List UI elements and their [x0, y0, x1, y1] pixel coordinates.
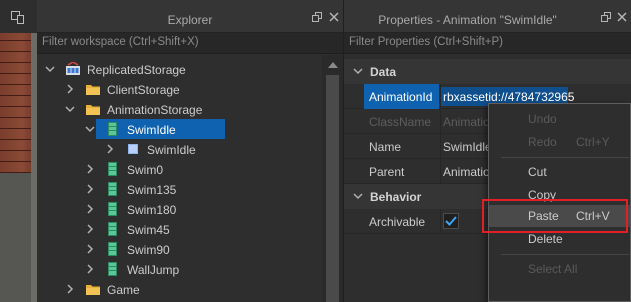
chevron-right-icon[interactable]: [85, 183, 95, 195]
chevron-right-icon[interactable]: [85, 203, 95, 215]
menu-item-label: Redo: [528, 135, 557, 149]
chevron-down-icon[interactable]: [85, 123, 95, 135]
checkmark-icon: [445, 216, 457, 226]
animation-id-field[interactable]: rbxassetid://4784732965: [443, 90, 574, 104]
folder-icon: [86, 285, 100, 295]
animation-icon: [108, 162, 117, 176]
chevron-right-icon[interactable]: [105, 143, 115, 155]
column-separator: [440, 134, 441, 159]
column-separator: [440, 209, 441, 234]
menu-item-redo[interactable]: Redo Ctrl+Y: [489, 131, 630, 153]
device-emulator-icon[interactable]: [11, 11, 25, 24]
tree-item-swim135[interactable]: Swim135: [37, 179, 322, 199]
close-icon[interactable]: [329, 12, 339, 22]
undock-icon[interactable]: [601, 12, 611, 22]
menu-separator: [501, 254, 629, 255]
chevron-right-icon[interactable]: [85, 263, 95, 275]
folder-icon: [86, 105, 100, 115]
tree-item-label: Swim0: [127, 163, 164, 177]
menu-item-cut[interactable]: Cut: [489, 161, 630, 183]
properties-titlebar: Properties - Animation "SwimIdle": [344, 0, 631, 33]
menu-item-undo[interactable]: Undo: [489, 108, 630, 130]
property-name: Parent: [369, 165, 405, 179]
tree-item-walljump[interactable]: WallJump: [37, 259, 322, 279]
scene-ground: [0, 173, 31, 302]
paste-highlight-box: [482, 199, 628, 233]
viewport-toolbar: [0, 0, 37, 33]
tree-item-swimidle[interactable]: SwimIdle: [37, 119, 322, 139]
close-icon[interactable]: [617, 12, 627, 22]
explorer-title: Explorer: [167, 13, 213, 27]
property-name: Archivable: [369, 215, 426, 229]
menu-item-shortcut: Ctrl+Y: [576, 135, 610, 149]
tree-item-label: Game: [107, 283, 140, 297]
explorer-titlebar: Explorer: [37, 0, 343, 33]
chevron-right-icon[interactable]: [85, 163, 95, 175]
property-name: ClassName: [369, 115, 432, 129]
tree-item-label: SwimIdle: [127, 123, 176, 137]
explorer-panel: Explorer ReplicatedStorage ClientStorage: [37, 0, 343, 302]
chevron-right-icon[interactable]: [85, 243, 95, 255]
chevron-right-icon[interactable]: [65, 283, 75, 295]
menu-item-label: Delete: [528, 232, 563, 246]
animation-icon: [108, 242, 117, 256]
animation-icon: [108, 262, 117, 276]
tree-item-label: WallJump: [127, 263, 180, 277]
menu-item-select-all[interactable]: Select All: [489, 258, 630, 280]
tree-item-label: ClientStorage: [107, 83, 180, 97]
scroll-up-arrow-icon[interactable]: [328, 62, 338, 68]
animation-icon: [108, 122, 117, 136]
animation-icon: [108, 222, 117, 236]
chevron-down-icon[interactable]: [65, 103, 75, 115]
explorer-scrollbar[interactable]: [322, 55, 343, 302]
scrollbar-thumb[interactable]: [326, 75, 339, 302]
tree-item-label: Swim90: [127, 243, 170, 257]
menu-item-label: Select All: [528, 262, 578, 276]
tree-item-label: SwimIdle: [147, 143, 196, 157]
tree-item-replicatedstorage[interactable]: ReplicatedStorage: [37, 59, 322, 79]
property-name: AnimationId: [369, 90, 433, 104]
tree-item-label: Swim180: [127, 203, 177, 217]
3d-viewport[interactable]: [0, 0, 37, 302]
tree-item-swim45[interactable]: Swim45: [37, 219, 322, 239]
menu-separator: [501, 157, 629, 158]
tree-item-game[interactable]: Game: [37, 279, 322, 299]
chevron-down-icon[interactable]: [353, 191, 363, 201]
chevron-right-icon[interactable]: [85, 223, 95, 235]
chevron-right-icon[interactable]: [65, 83, 75, 95]
properties-filter-bar: [344, 33, 631, 54]
tree-item-label: AnimationStorage: [107, 103, 203, 117]
properties-title: Properties - Animation "SwimIdle": [378, 13, 557, 27]
animation-icon: [108, 182, 117, 196]
section-label: Data: [370, 65, 397, 79]
tree-item-label: Swim45: [127, 223, 170, 237]
section-data[interactable]: Data: [344, 59, 631, 84]
tree-item-label: Swim135: [127, 183, 177, 197]
chevron-down-icon[interactable]: [45, 63, 55, 75]
tree-item-animationstorage[interactable]: AnimationStorage: [37, 99, 322, 119]
column-separator: [440, 109, 441, 134]
column-separator: [440, 159, 441, 184]
archivable-checkbox[interactable]: [443, 213, 459, 229]
replicated-storage-icon: [66, 62, 80, 75]
chevron-down-icon[interactable]: [353, 66, 363, 76]
explorer-filter-input[interactable]: [42, 36, 322, 48]
tree-item-label: ReplicatedStorage: [87, 63, 186, 77]
property-name: Name: [369, 140, 402, 154]
animation-icon: [108, 202, 117, 216]
folder-icon: [86, 85, 100, 95]
menu-item-label: Undo: [528, 112, 557, 126]
keyframe-sequence-icon: [128, 144, 138, 154]
properties-filter-input[interactable]: [349, 36, 629, 48]
tree-item-swim180[interactable]: Swim180: [37, 199, 322, 219]
tree-item-swim0[interactable]: Swim0: [37, 159, 322, 179]
name-field[interactable]: SwimIdle: [443, 140, 492, 154]
section-label: Behavior: [370, 190, 422, 204]
tree-item-keyframe-swimidle[interactable]: SwimIdle: [37, 139, 322, 159]
explorer-filter-bar: [37, 33, 343, 54]
menu-item-label: Cut: [528, 165, 547, 179]
tree-item-clientstorage[interactable]: ClientStorage: [37, 79, 322, 99]
tree-item-swim90[interactable]: Swim90: [37, 239, 322, 259]
undock-icon[interactable]: [312, 12, 322, 22]
